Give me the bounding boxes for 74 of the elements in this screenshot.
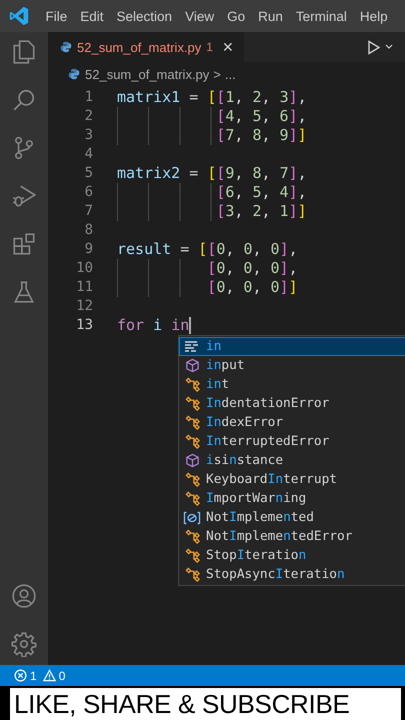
suggestion-item[interactable]: ImportWarning [179,489,405,508]
class-icon [184,434,200,449]
line-number: 12 [75,297,93,316]
line-number: 4 [84,145,93,164]
line-number: 6 [84,183,93,202]
class-icon [184,396,200,411]
class-icon [184,491,200,506]
line-number: 7 [84,202,93,221]
app-logo-icon [8,5,30,27]
code-line: for i in [117,316,190,335]
suggestion-item[interactable]: int [179,375,405,394]
code-line: matrix2 = [[9, 8, 7], [117,164,307,183]
error-icon [14,669,27,682]
line-number: 13 [75,316,93,335]
problem-count: 1 [206,40,213,54]
menu-item[interactable]: View [178,4,221,28]
breadcrumb-separator: > [213,66,221,82]
class-icon [184,529,200,544]
code-line: matrix1 = [[1, 2, 3], [117,88,307,107]
line-number: 8 [84,221,93,240]
suggestion-item[interactable]: NotImplemented [179,508,405,527]
cube-icon [184,358,200,373]
chevron-down-icon[interactable] [385,44,393,50]
settings-icon[interactable] [11,631,37,657]
caption-banner: LIKE, SHARE & SUBSCRIBE [10,688,401,720]
python-file-icon [68,68,80,80]
python-file-icon [60,41,72,53]
close-button[interactable]: ✕ [218,39,234,55]
class-icon [184,567,200,582]
line-number: 2 [84,107,93,126]
line-number: 5 [84,164,93,183]
line-number: 3 [84,126,93,145]
suggestion-item[interactable]: InterruptedError [179,432,405,451]
editor-tab[interactable]: 52_sum_of_matrix.py 1 ✕ [48,32,244,62]
suggestion-item[interactable]: NotImplementedError [179,527,405,546]
menu-item[interactable]: Terminal [289,4,354,28]
run-icon[interactable] [367,40,381,54]
text-cursor [189,317,192,334]
account-icon[interactable] [11,583,37,609]
variable-icon [183,510,201,524]
problems-button[interactable]: 1 0 [14,668,66,682]
line-number: 1 [84,88,93,107]
flask-icon[interactable] [11,279,37,305]
code-line: result = [[0, 0, 0], [117,240,298,259]
class-icon [184,548,200,563]
menu-item[interactable]: Edit [74,4,110,28]
suggestion-item[interactable]: isinstance [179,451,405,470]
suggestion-item[interactable]: StopIteration [179,546,405,565]
menu-item[interactable]: Help [353,4,394,28]
explorer-icon[interactable] [11,39,37,65]
breadcrumb-item[interactable]: 52_sum_of_matrix.py [68,66,210,82]
suggestion-item[interactable]: input [179,356,405,375]
menu-item[interactable]: File [39,4,74,28]
suggestion-item[interactable]: in [179,337,405,356]
search-icon[interactable] [11,87,37,113]
cube-icon [184,453,200,468]
keyword-icon [184,340,200,354]
line-number: 10 [75,259,93,278]
suggestion-item[interactable]: StopAsyncIteration [179,565,405,584]
class-icon [184,415,200,430]
menu-item[interactable]: Go [220,4,252,28]
line-number: 11 [75,278,93,297]
run-debug-icon[interactable] [11,183,37,209]
menu-item[interactable]: Selection [110,4,179,28]
breadcrumb-item[interactable]: ... [224,66,236,82]
suggestion-item[interactable]: IndentationError [179,394,405,413]
class-icon [184,377,200,392]
line-number: 9 [84,240,93,259]
suggestion-item[interactable]: KeyboardInterrupt [179,470,405,489]
extensions-icon[interactable] [11,231,37,257]
suggestion-item[interactable]: IndexError [179,413,405,432]
class-icon [184,472,200,487]
menu-item[interactable]: Run [252,4,290,28]
warning-icon [42,669,56,682]
